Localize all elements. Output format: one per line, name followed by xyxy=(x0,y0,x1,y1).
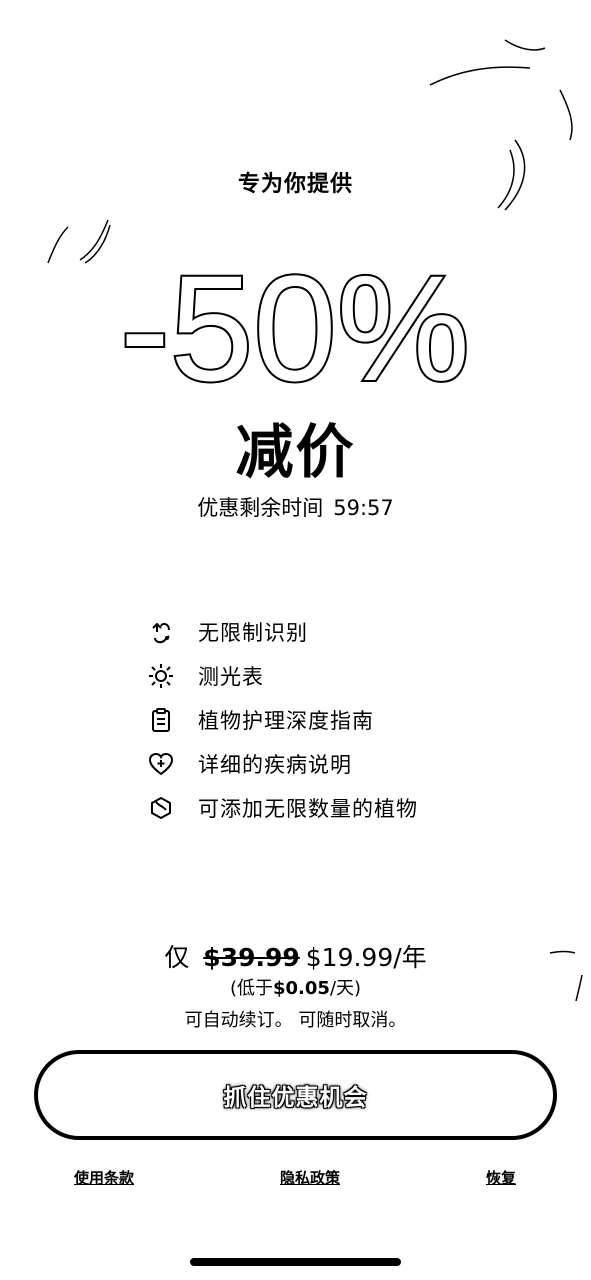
timer-label: 优惠剩余时间 xyxy=(197,496,324,520)
sun-icon xyxy=(146,661,176,691)
old-price: $39.99 xyxy=(203,943,300,972)
privacy-link[interactable]: 隐私政策 xyxy=(280,1167,340,1188)
per-day-value: $0.05 xyxy=(273,978,330,999)
feature-label: 详细的疾病说明 xyxy=(198,753,352,777)
feature-item: 可添加无限数量的植物 xyxy=(146,786,526,830)
restore-link[interactable]: 恢复 xyxy=(486,1167,516,1188)
feature-label: 可添加无限数量的植物 xyxy=(198,797,418,821)
feature-item: 详细的疾病说明 xyxy=(146,742,526,786)
claim-offer-label: 抓住优惠机会 xyxy=(223,1085,368,1111)
terms-link[interactable]: 使用条款 xyxy=(74,1167,134,1188)
offer-timer: 优惠剩余时间 59:57 xyxy=(0,492,591,522)
per-day-price: (低于$0.05/天) xyxy=(0,974,591,1000)
feature-label: 测光表 xyxy=(198,665,264,689)
discount-text: -50% xyxy=(120,262,470,402)
feature-list: 无限制识别 测光表 植物护理深度指南 详细的疾病说明 可添加无限数量的植物 xyxy=(146,610,526,830)
price-row: 仅 $39.99 $19.99/年 xyxy=(0,938,591,974)
feature-label: 无限制识别 xyxy=(198,621,308,645)
new-price: $19.99/年 xyxy=(305,943,427,972)
timer-value: 59:57 xyxy=(333,496,394,520)
discount-percentage: -50% xyxy=(80,262,511,402)
clipboard-icon xyxy=(146,705,176,735)
feature-item: 无限制识别 xyxy=(146,610,526,654)
offer-title: 专为你提供 xyxy=(237,172,353,197)
heart-plus-icon xyxy=(146,749,176,779)
feature-item: 植物护理深度指南 xyxy=(146,698,526,742)
feature-label: 植物护理深度指南 xyxy=(198,709,374,733)
feature-item: 测光表 xyxy=(146,654,526,698)
per-day-close: /天) xyxy=(329,978,362,999)
renew-note: 可自动续订。 可随时取消。 xyxy=(184,1010,407,1031)
discount-label: 减价 xyxy=(235,418,356,486)
seed-icon xyxy=(146,793,176,823)
claim-offer-button[interactable]: 抓住优惠机会 xyxy=(34,1050,557,1140)
recognition-icon xyxy=(146,617,176,647)
price-prefix: 仅 xyxy=(164,943,190,972)
home-indicator xyxy=(190,1258,401,1266)
per-day-open: (低于 xyxy=(229,978,273,999)
